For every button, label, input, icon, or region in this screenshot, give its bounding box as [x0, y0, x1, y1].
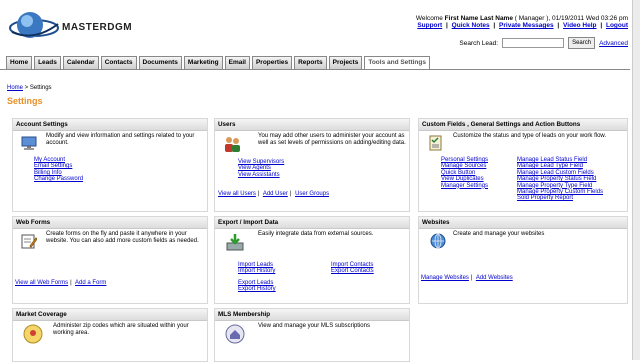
support-link[interactable]: Support [417, 22, 442, 29]
mls-membership-panel: MLS Membership View and manage your MLS … [214, 308, 410, 362]
user-name: First Name Last Name [444, 15, 513, 22]
market-coverage-title: Market Coverage [13, 309, 207, 321]
form-edit-icon [21, 234, 37, 249]
private-messages-link[interactable]: Private Messages [499, 22, 554, 29]
mls-membership-desc: View and manage your MLS subscriptions [258, 323, 370, 329]
map-pin-icon [23, 324, 43, 344]
web-forms-desc: Create forms on the fly and paste it any… [46, 231, 199, 245]
mls-membership-title: MLS Membership [215, 309, 409, 321]
tab-projects[interactable]: Projects [328, 56, 363, 70]
add-websites-link[interactable]: Add Websites [476, 275, 513, 281]
tab-home[interactable]: Home [6, 56, 33, 70]
account-settings-desc: Modify and view information and settings… [46, 133, 195, 147]
tab-properties[interactable]: Properties [251, 56, 293, 70]
user-groups-link[interactable]: User Groups [295, 191, 329, 197]
websites-desc: Create and manage your websites [453, 231, 545, 237]
welcome-prefix: Welcome [415, 15, 443, 22]
tab-documents[interactable]: Documents [138, 56, 182, 70]
tab-contacts[interactable]: Contacts [100, 56, 137, 70]
current-datetime: , 01/19/2011 Wed 03:26 pm [548, 15, 628, 22]
web-forms-title: Web Forms [13, 217, 207, 229]
users-desc: You may add other users to administer yo… [258, 133, 406, 147]
globe-logo-icon [9, 12, 59, 38]
advanced-search-link[interactable]: Advanced [599, 40, 628, 47]
video-help-link[interactable]: Video Help [563, 22, 596, 29]
export-import-title: Export / Import Data [215, 217, 409, 229]
export-import-panel: Export / Import Data Easily integrate da… [214, 216, 410, 304]
websites-panel: Websites Create and manage your websites… [418, 216, 628, 304]
account-settings-panel: Account Settings Modify and view informa… [12, 118, 208, 212]
brand-name: MASTERDGM [62, 22, 133, 33]
logout-link[interactable]: Logout [606, 22, 628, 29]
breadcrumb-current: Settings [29, 85, 52, 91]
websites-title: Websites [419, 217, 627, 229]
breadcrumb-home[interactable]: Home [7, 85, 23, 91]
header: MASTERDGM Welcome First Name Last Name (… [0, 0, 640, 56]
user-role: ( Manager ) [514, 15, 549, 22]
users-panel: Users You may add other users to adminis… [214, 118, 410, 212]
mls-house-icon [225, 324, 245, 344]
data-transfer-icon [226, 234, 244, 251]
account-settings-title: Account Settings [13, 119, 207, 131]
page-scrollbar[interactable] [632, 0, 640, 360]
top-links: Support | Quick Notes | Private Messages… [417, 22, 628, 29]
globe-web-icon [430, 233, 446, 249]
tab-tools-and-settings[interactable]: Tools and Settings [364, 56, 430, 70]
search-button[interactable]: Search [568, 37, 596, 49]
search-label: Search Lead: [459, 39, 499, 47]
breadcrumb-separator: > [23, 85, 30, 91]
sold-property-report-link[interactable]: Sold Property Report [517, 195, 603, 201]
tab-reports[interactable]: Reports [294, 56, 327, 70]
custom-fields-panel: Custom Fields , General Settings and Act… [418, 118, 628, 212]
custom-fields-title: Custom Fields , General Settings and Act… [419, 119, 627, 131]
export-import-desc: Easily integrate data from external sour… [258, 231, 374, 237]
monitor-icon [21, 136, 37, 150]
view-assistants-link[interactable]: View Assistants [238, 172, 284, 178]
search-input[interactable] [502, 38, 565, 48]
manage-sources-link[interactable]: Manage Sources [441, 163, 488, 169]
add-user-link[interactable]: Add User [263, 191, 288, 197]
tab-leads[interactable]: Leads [34, 56, 61, 70]
manage-websites-link[interactable]: Manage Websites [421, 275, 469, 281]
view-all-web-forms-link[interactable]: View all Web Forms [15, 280, 68, 286]
market-coverage-panel: Market Coverage Administer zip codes whi… [12, 308, 208, 362]
change-password-link[interactable]: Change Password [34, 176, 83, 182]
tab-marketing[interactable]: Marketing [183, 56, 223, 70]
view-duplicates-link[interactable]: View Duplicates [441, 176, 488, 182]
view-all-users-link[interactable]: View all Users [218, 191, 256, 197]
tab-calendar[interactable]: Calendar [62, 56, 99, 70]
custom-fields-desc: Customize the status and type of leads o… [453, 133, 607, 139]
import-history-link[interactable]: Import History [238, 268, 275, 274]
market-coverage-desc: Administer zip codes which are situated … [53, 323, 189, 337]
tab-divider [0, 69, 630, 70]
web-forms-panel: Web Forms Create forms on the fly and pa… [12, 216, 208, 304]
export-contacts-link[interactable]: Export Contacts [331, 268, 374, 274]
breadcrumb: Home > Settings [7, 85, 52, 91]
manage-property-status-field-link[interactable]: Manage Property Status Field [517, 176, 603, 182]
users-title: Users [215, 119, 409, 131]
users-icon [225, 137, 240, 152]
manager-settings-link[interactable]: Manager Settings [441, 183, 488, 189]
search-bar: Search Lead: Search Advanced [459, 37, 628, 49]
quick-notes-link[interactable]: Quick Notes [452, 22, 490, 29]
add-a-form-link[interactable]: Add a Form [75, 280, 106, 286]
export-history-link[interactable]: Export History [238, 286, 276, 292]
tab-email[interactable]: Email [224, 56, 250, 70]
main-nav-tabs: Home Leads Calendar Contacts Documents M… [6, 56, 430, 70]
checklist-icon [429, 135, 442, 151]
page-title: Settings [7, 96, 43, 106]
